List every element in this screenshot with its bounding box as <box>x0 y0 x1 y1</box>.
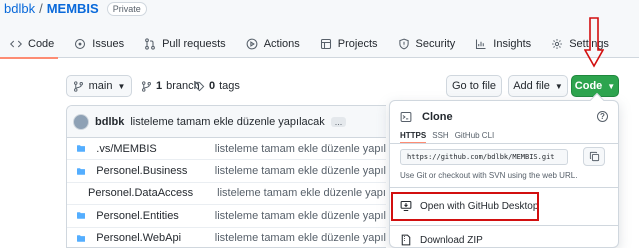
pull-request-icon <box>145 38 155 50</box>
tab-ssh[interactable]: SSH <box>432 131 448 140</box>
tab-actions-label: Actions <box>263 38 300 50</box>
repo-owner-link[interactable]: bdlbk <box>4 1 35 16</box>
tab-security-label: Security <box>415 38 456 50</box>
tab-actions[interactable]: Actions <box>236 30 310 58</box>
file-commit-message[interactable]: listeleme tamam ekle düzenle yapıl <box>215 210 386 222</box>
clone-help-text: Use Git or checkout with SVN using the w… <box>400 171 578 180</box>
copy-icon <box>589 151 599 162</box>
branches-link[interactable]: 1 branch <box>141 75 200 97</box>
branch-select-button[interactable]: main ▼ <box>66 75 132 97</box>
tab-pull-requests-label: Pull requests <box>162 38 226 50</box>
table-row[interactable]: Personel.Entities listeleme tamam ekle d… <box>67 205 386 228</box>
branch-name: main <box>88 80 113 92</box>
graph-icon <box>476 39 486 50</box>
clone-protocol-tabs: HTTPS SSH GitHub CLI <box>400 131 495 144</box>
chevron-down-icon: ▼ <box>117 81 126 91</box>
help-icon[interactable]: ? <box>597 111 608 122</box>
file-name[interactable]: Personel.DataAccess <box>88 187 193 199</box>
file-commit-message[interactable]: listeleme tamam ekle düzenle yapıl <box>215 232 386 244</box>
tab-github-cli[interactable]: GitHub CLI <box>455 131 495 140</box>
clone-header: Clone <box>400 111 453 123</box>
tab-https[interactable]: HTTPS <box>400 131 427 144</box>
add-file-label: Add file <box>513 80 550 92</box>
file-zip-icon <box>401 234 411 246</box>
repo-toolbar: main ▼ 1 branch 0 tags Go to file Add fi… <box>66 75 621 97</box>
repo-header: bdlbk / MEMBIS Private Code Issues Pull … <box>0 0 639 59</box>
table-row[interactable]: .vs/MEMBIS listeleme tamam ekle düzenle … <box>67 138 386 161</box>
latest-commit-row: bdlbk listeleme tamam ekle düzenle yapıl… <box>67 106 386 138</box>
divider <box>390 187 618 188</box>
table-row[interactable]: Personel.WebApi listeleme tamam ekle düz… <box>67 228 386 247</box>
file-list: bdlbk listeleme tamam ekle düzenle yapıl… <box>66 105 386 248</box>
divider <box>390 143 618 144</box>
branch-icon <box>142 80 151 92</box>
repo-separator: / <box>39 1 43 16</box>
table-row[interactable]: Personel.DataAccess listeleme tamam ekle… <box>67 183 386 206</box>
repo-tabs: Code Issues Pull requests Actions Projec… <box>0 30 619 59</box>
terminal-icon <box>400 111 412 123</box>
add-file-button[interactable]: Add file ▼ <box>508 75 568 97</box>
code-button-label: Code <box>574 80 603 92</box>
clone-title: Clone <box>422 111 453 123</box>
table-icon <box>320 38 331 50</box>
tags-count: 0 <box>209 80 216 92</box>
annotation-highlight-box <box>391 192 539 221</box>
shield-icon <box>398 38 409 50</box>
file-name[interactable]: Personel.Entities <box>96 210 191 222</box>
avatar[interactable] <box>73 113 89 130</box>
tab-projects-label: Projects <box>337 38 378 50</box>
tags-label: tags <box>219 80 240 92</box>
tab-pull-requests[interactable]: Pull requests <box>134 30 236 58</box>
repo-title: bdlbk / MEMBIS Private <box>4 1 147 16</box>
issue-icon <box>75 38 86 50</box>
gear-icon <box>552 39 563 49</box>
tags-link[interactable]: 0 tags <box>194 75 240 97</box>
repo-name-link[interactable]: MEMBIS <box>47 1 99 16</box>
annotation-arrow <box>584 17 604 68</box>
branch-icon <box>73 80 83 92</box>
file-name[interactable]: Personel.Business <box>96 165 191 177</box>
file-name[interactable]: .vs/MEMBIS <box>96 143 191 155</box>
commit-expand-button[interactable]: ... <box>330 116 347 127</box>
commit-author[interactable]: bdlbk <box>95 116 124 128</box>
tab-issues[interactable]: Issues <box>64 30 134 58</box>
file-name[interactable]: Personel.WebApi <box>96 232 191 244</box>
chevron-down-icon: ▼ <box>607 81 616 91</box>
file-commit-message[interactable]: listeleme tamam ekle düzenle yapıl <box>215 143 386 155</box>
folder-icon <box>77 235 86 242</box>
divider <box>390 225 618 226</box>
clone-url-field[interactable]: https://github.com/bdlbk/MEMBIS.git <box>400 149 568 165</box>
branches-count: 1 <box>156 80 163 92</box>
code-icon <box>10 40 22 48</box>
folder-icon <box>77 212 86 220</box>
play-icon <box>246 38 258 50</box>
download-zip[interactable]: Download ZIP <box>400 234 483 246</box>
clone-dropdown: Clone ? HTTPS SSH GitHub CLI https://git… <box>389 92 619 248</box>
tab-security[interactable]: Security <box>388 30 466 58</box>
copy-url-button[interactable] <box>583 147 605 166</box>
folder-icon <box>77 167 86 175</box>
download-zip-label: Download ZIP <box>420 234 483 246</box>
tab-projects[interactable]: Projects <box>310 30 388 58</box>
folder-icon <box>77 145 86 152</box>
tab-settings[interactable]: Settings <box>541 30 619 58</box>
tab-code[interactable]: Code <box>0 30 64 59</box>
file-commit-message[interactable]: listeleme tamam ekle düzenle yapıl <box>217 187 386 199</box>
chevron-down-icon: ▼ <box>554 81 563 91</box>
commit-message[interactable]: listeleme tamam ekle düzenle yapılacak <box>130 116 324 128</box>
tag-icon <box>194 81 205 91</box>
visibility-badge: Private <box>106 1 147 16</box>
tab-code-label: Code <box>28 38 55 50</box>
file-commit-message[interactable]: listeleme tamam ekle düzenle yapıl <box>215 165 386 177</box>
tab-insights-label: Insights <box>493 38 532 50</box>
table-row[interactable]: Personel.Business listeleme tamam ekle d… <box>67 160 386 183</box>
tab-issues-label: Issues <box>92 38 125 50</box>
go-to-file-button[interactable]: Go to file <box>446 75 502 97</box>
tab-insights[interactable]: Insights <box>465 30 541 58</box>
